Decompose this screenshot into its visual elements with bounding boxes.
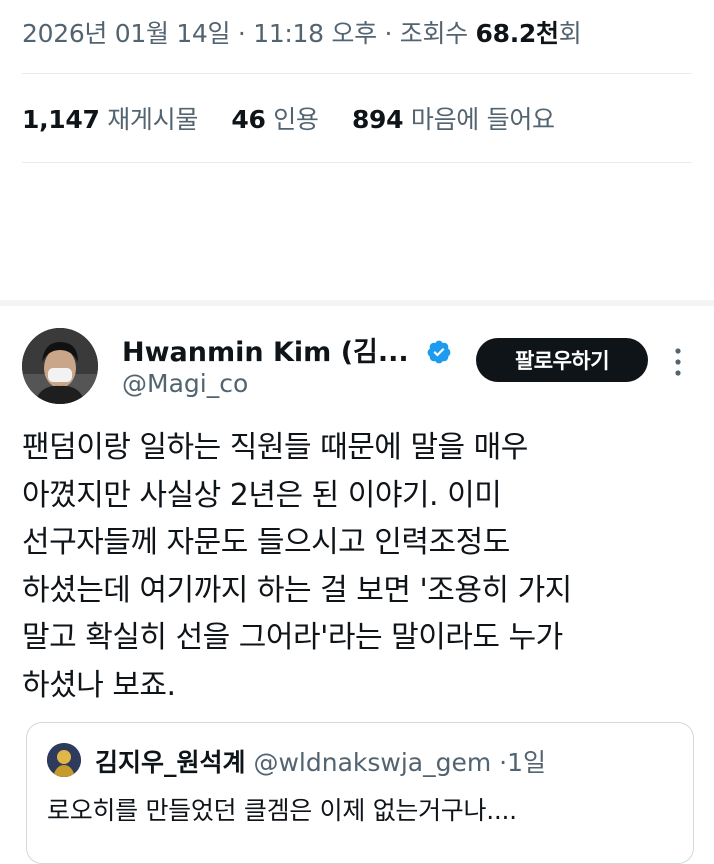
likes-label: 마음에 들어요 xyxy=(410,105,555,134)
likes-count: 894 xyxy=(351,105,404,134)
avatar[interactable] xyxy=(22,328,98,404)
avatar-photo-icon xyxy=(22,328,98,404)
divider xyxy=(22,162,692,163)
quotes-stat[interactable]: 46 인용 xyxy=(231,105,326,134)
views-count: 68.2천 xyxy=(475,19,559,48)
quoted-text: 로오히를 만들었던 클겜은 이제 없는거구나.... xyxy=(47,796,517,825)
author-handle[interactable]: @Magi_co xyxy=(122,369,248,398)
views-label: 조회수 xyxy=(399,19,468,48)
tweet-text-line: 하셨는데 여기까지 하는 걸 보면 '조용히 가지 xyxy=(22,572,572,608)
tweet-text-line: 하셨나 보죠. xyxy=(22,667,176,703)
quoted-author-name: 김지우_원석계 xyxy=(95,748,246,777)
quoted-author-handle: @wldnakswja_gem xyxy=(253,748,492,777)
tweet-text-line: 아꼈지만 사실상 2년은 된 이야기. 이미 xyxy=(22,477,502,513)
reposts-stat[interactable]: 1,147 재게시물 xyxy=(22,105,206,134)
reposts-label: 재게시물 xyxy=(107,105,199,134)
meta-separator: · xyxy=(237,19,246,48)
reposts-count: 1,147 xyxy=(22,105,100,134)
views-suffix: 회 xyxy=(558,19,582,48)
tweet-text: 팬덤이랑 일하는 직원들 때문에 말을 매우 아꼈지만 사실상 2년은 된 이야… xyxy=(22,424,692,709)
section-separator xyxy=(0,300,714,306)
engagement-stats: 1,147 재게시물 46 인용 894 마음에 들어요 xyxy=(22,100,555,136)
tweet-date: 2026년 01월 14일 xyxy=(22,19,231,48)
tweet-meta: 2026년 01월 14일 · 11:18 오후 · 조회수 68.2천회 xyxy=(22,14,582,50)
divider xyxy=(22,73,692,74)
quoted-avatar-icon xyxy=(47,743,81,777)
quotes-label: 인용 xyxy=(273,105,319,134)
likes-stat[interactable]: 894 마음에 들어요 xyxy=(352,105,555,134)
more-options-icon[interactable] xyxy=(668,345,688,379)
follow-button[interactable]: 팔로우하기 xyxy=(476,338,648,382)
tweet-text-line: 팬덤이랑 일하는 직원들 때문에 말을 매우 xyxy=(22,430,528,465)
tweet-text-line: 말고 확실히 선을 그어라'라는 말이라도 누가 xyxy=(22,620,563,655)
author-name: Hwanmin Kim (김... xyxy=(122,337,409,368)
quoted-header: 김지우_원석계 @wldnakswja_gem ·1일 xyxy=(95,743,546,779)
quoted-tweet-card[interactable]: 김지우_원석계 @wldnakswja_gem ·1일 로오히를 만들었던 클겜… xyxy=(26,722,694,864)
quoted-avatar xyxy=(47,743,81,777)
tweet-text-line: 선구자들께 자문도 들으시고 인력조정도 xyxy=(22,525,510,560)
author-name-row[interactable]: Hwanmin Kim (김... xyxy=(122,330,452,372)
quotes-count: 46 xyxy=(231,105,266,134)
meta-separator: · xyxy=(384,19,393,48)
quoted-time: 1일 xyxy=(507,748,547,777)
tweet-time: 11:18 오후 xyxy=(253,19,377,48)
verified-badge-icon xyxy=(426,339,452,372)
quoted-separator: · xyxy=(499,748,508,777)
